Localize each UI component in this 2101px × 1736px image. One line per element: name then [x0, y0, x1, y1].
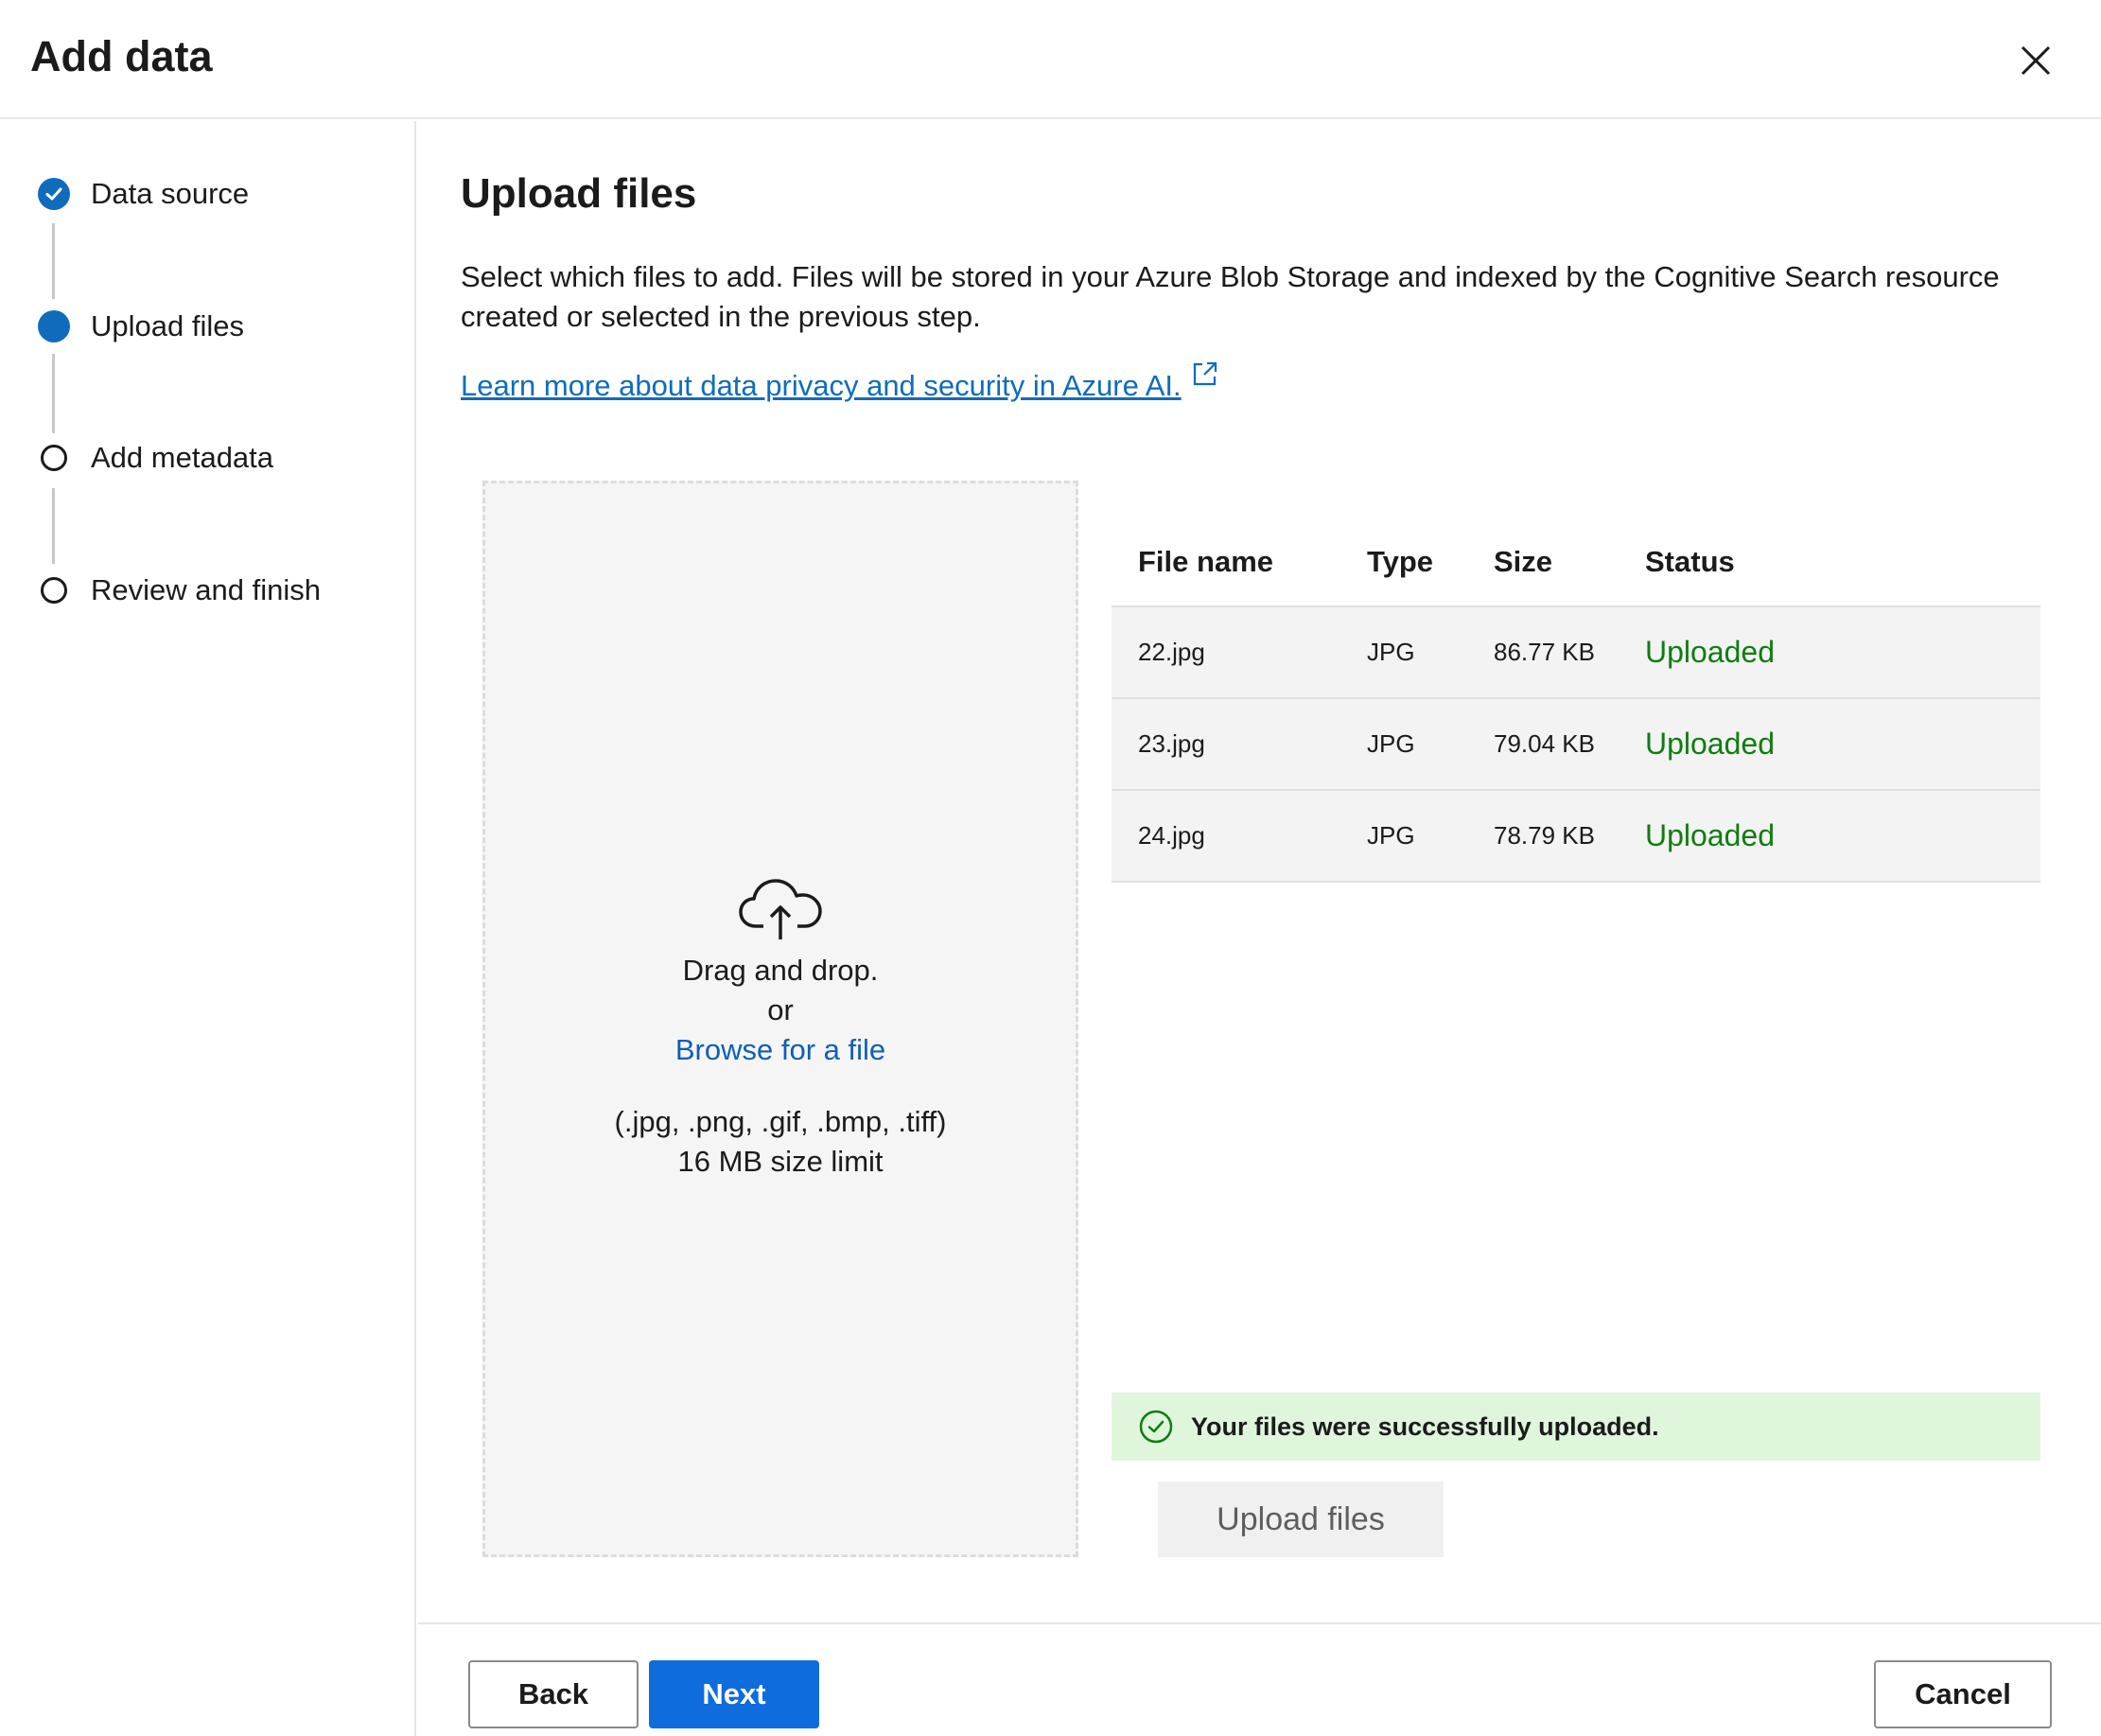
dialog-title: Add data [30, 32, 213, 80]
file-name-cell: 24.jpg [1138, 821, 1205, 850]
back-button[interactable]: Back [468, 1660, 639, 1728]
success-message: Your files were successfully uploaded. [1191, 1412, 1659, 1441]
step-connector [52, 488, 55, 564]
main-content: Upload files Select which files to add. … [418, 121, 2101, 1736]
step-data-source[interactable]: Data source [38, 175, 249, 213]
step-completed-icon [38, 178, 70, 210]
dialog-footer: Back Next Cancel [418, 1622, 2101, 1736]
file-size-cell: 86.77 KB [1494, 638, 1595, 666]
step-pending-icon [41, 445, 67, 471]
column-header-status: Status [1645, 545, 1735, 578]
table-row: 24.jpg JPG 78.79 KB Uploaded [1112, 791, 2040, 883]
file-status-cell: Uploaded [1645, 818, 1775, 852]
file-size-cell: 79.04 KB [1494, 729, 1595, 758]
cloud-upload-icon [739, 879, 822, 939]
next-button[interactable]: Next [649, 1660, 819, 1728]
step-review-and-finish[interactable]: Review and finish [38, 571, 321, 609]
page-title: Upload files [461, 170, 697, 217]
file-name-cell: 22.jpg [1138, 638, 1205, 666]
size-limit-text: 16 MB size limit [677, 1145, 884, 1178]
column-header-size: Size [1494, 545, 1553, 578]
or-text: or [767, 993, 794, 1026]
file-size-cell: 78.79 KB [1494, 821, 1595, 850]
table-header: File name Type Size Status [1112, 518, 2040, 607]
wizard-stepper: Data source Upload files Add metadata Re… [0, 121, 416, 1736]
file-drop-zone[interactable]: Drag and drop. or Browse for a file (.jp… [482, 481, 1078, 1557]
column-header-file-name: File name [1138, 545, 1273, 578]
learn-more-link-text: Learn more about data privacy and securi… [461, 369, 1182, 402]
table-row: 23.jpg JPG 79.04 KB Uploaded [1112, 699, 2040, 791]
step-label: Upload files [91, 309, 244, 342]
browse-file-link[interactable]: Browse for a file [485, 1030, 1076, 1070]
dialog-header: Add data [0, 0, 2101, 119]
file-name-cell: 23.jpg [1138, 729, 1205, 758]
column-header-type: Type [1367, 545, 1434, 578]
file-status-cell: Uploaded [1645, 727, 1775, 761]
drag-drop-text: Drag and drop. [682, 954, 879, 987]
file-type-cell: JPG [1367, 821, 1415, 850]
step-label: Add metadata [91, 441, 274, 474]
step-upload-files[interactable]: Upload files [38, 307, 244, 345]
allowed-file-types: (.jpg, .png, .gif, .bmp, .tiff) [614, 1105, 947, 1138]
step-label: Data source [91, 177, 250, 210]
close-icon [2021, 45, 2051, 76]
step-connector [52, 354, 55, 433]
step-connector [52, 223, 55, 299]
drop-zone-content: Drag and drop. or Browse for a file (.jp… [485, 871, 1076, 1182]
uploaded-files-table: File name Type Size Status 22.jpg JPG 86… [1112, 518, 2040, 883]
upload-success-banner: Your files were successfully uploaded. [1112, 1393, 2040, 1461]
table-row: 22.jpg JPG 86.77 KB Uploaded [1112, 607, 2040, 699]
cancel-button[interactable]: Cancel [1874, 1660, 2052, 1728]
learn-more-link[interactable]: Learn more about data privacy and securi… [461, 361, 1219, 403]
upload-files-button[interactable]: Upload files [1158, 1482, 1444, 1557]
step-label: Review and finish [91, 573, 321, 606]
step-pending-icon [41, 577, 67, 604]
page-description: Select which files to add. Files will be… [461, 260, 2000, 333]
file-type-cell: JPG [1367, 729, 1415, 758]
external-link-icon [1193, 361, 1217, 386]
step-current-icon [38, 310, 70, 342]
file-type-cell: JPG [1367, 638, 1415, 666]
close-button[interactable] [2013, 38, 2058, 83]
file-status-cell: Uploaded [1645, 635, 1775, 669]
step-add-metadata[interactable]: Add metadata [38, 439, 273, 477]
checkmark-circle-icon [1139, 1410, 1173, 1444]
